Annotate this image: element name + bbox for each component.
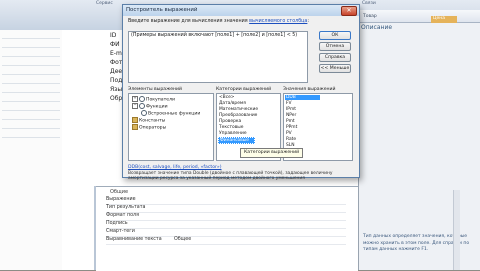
property-row[interactable]: Смарт-теги	[106, 229, 346, 237]
expression-input[interactable]: (Примеры выражений включают [поле1] + [п…	[128, 31, 308, 83]
list-item[interactable]	[2, 66, 60, 75]
property-label: Смарт-теги	[106, 229, 135, 234]
value-item[interactable]: PPmt	[286, 125, 297, 130]
list-item[interactable]	[2, 111, 60, 120]
field-name[interactable]: E-m	[110, 50, 122, 57]
tree-item-builtin-functions[interactable]: Встроенные функции	[141, 110, 200, 117]
property-row[interactable]: Тип результата	[106, 205, 346, 213]
ribbon-label-service: Сервис	[96, 1, 113, 6]
field-name[interactable]: Фот	[110, 59, 122, 66]
category-item[interactable]: Проверка	[219, 119, 241, 124]
vertical-scrollbar[interactable]	[453, 190, 460, 270]
category-item[interactable]: Дата/время	[219, 101, 246, 106]
property-row[interactable]: Выравнивание текста Общее	[106, 237, 346, 245]
tree-item-constants[interactable]: Константы	[132, 117, 165, 124]
property-label: Подпись	[106, 221, 128, 226]
category-item[interactable]: Текстовые	[219, 125, 243, 130]
tree-item-label: Операторы	[139, 125, 167, 131]
property-label: Выравнивание текста	[106, 237, 162, 242]
navigation-pane[interactable]	[0, 30, 63, 270]
list-item[interactable]	[2, 93, 60, 102]
value-item[interactable]: NPer	[286, 113, 296, 118]
tab-general[interactable]: Общие	[110, 189, 128, 195]
category-item[interactable]: Преобразование	[219, 113, 257, 118]
less-button[interactable]: << Меньше	[319, 64, 351, 73]
list-item[interactable]	[2, 75, 60, 84]
function-description: Возвращает значение типа Double (двойное…	[128, 171, 333, 182]
ok-button[interactable]: ОК	[319, 31, 351, 40]
field-description-panel: Товар Цена Описание Тип данных определяе…	[358, 10, 480, 270]
calculated-column-link[interactable]: вычисляемого столбца	[249, 19, 307, 24]
list-item[interactable]	[2, 129, 60, 138]
property-row[interactable]: Формат поля	[106, 213, 346, 221]
cancel-button[interactable]: Отмена	[319, 42, 351, 51]
elements-header: Элементы выражений	[128, 87, 183, 92]
value-item-selected[interactable]: DDB	[285, 95, 320, 100]
prompt-prefix: Введите выражение для вычисления значени…	[128, 19, 250, 24]
description-column-title: Описание	[361, 24, 393, 31]
category-item[interactable]: <Все>	[219, 95, 235, 100]
field-name[interactable]: Под	[110, 77, 122, 84]
tooltip: Категории выражений	[240, 148, 304, 158]
tree-item-label: Функции	[146, 104, 168, 110]
close-icon[interactable]: ✕	[341, 6, 357, 16]
values-header: Значения выражений	[283, 87, 336, 92]
list-item[interactable]	[2, 48, 60, 57]
field-name[interactable]: Дее	[110, 68, 122, 75]
column-header-selected[interactable]: Цена	[431, 16, 457, 23]
folder-icon	[132, 117, 138, 123]
function-icon	[141, 110, 147, 116]
elements-tree[interactable]: + Покупатели − Функции Встроенные функции …	[128, 93, 214, 161]
dialog-titlebar[interactable]: Построитель выражений ✕	[123, 5, 359, 16]
tree-item-label: Встроенные функции	[148, 111, 201, 117]
prompt-suffix: :	[307, 19, 310, 24]
value-item[interactable]: Rate	[286, 137, 296, 142]
property-row[interactable]: Подпись	[106, 221, 346, 229]
expression-examples: (Примеры выражений включают [поле1] + [п…	[131, 33, 298, 38]
value-item[interactable]: FV	[286, 101, 292, 106]
value-item[interactable]: IPmt	[286, 107, 296, 112]
tree-item-label: Константы	[139, 118, 166, 124]
field-name[interactable]: ФИ	[110, 41, 120, 48]
list-item[interactable]	[2, 57, 60, 66]
functions-icon	[139, 103, 145, 109]
property-row[interactable]: Выражение	[106, 197, 346, 205]
property-label: Тип результата	[106, 205, 146, 210]
category-item[interactable]: Математические	[219, 107, 258, 112]
field-properties: Общие Выражение Тип результата Формат по…	[96, 186, 358, 271]
tree-item-operators[interactable]: Операторы	[132, 124, 166, 131]
property-label: Выражение	[106, 197, 136, 202]
dialog-title: Построитель выражений	[126, 7, 198, 13]
property-label: Формат поля	[106, 213, 140, 218]
field-name[interactable]: Язы	[110, 86, 122, 93]
tree-item-label: Покупатели	[146, 97, 176, 103]
expand-toggle[interactable]: +	[132, 96, 138, 102]
column-header[interactable]: Товар	[363, 14, 377, 19]
categories-header: Категории выражений	[216, 87, 272, 92]
tree-item-customers[interactable]: + Покупатели	[132, 96, 175, 103]
list-item[interactable]	[2, 30, 60, 39]
field-name[interactable]: ID	[110, 32, 116, 39]
table-icon	[139, 96, 145, 102]
prompt-text: Введите выражение для вычисления значени…	[128, 19, 309, 24]
value-item[interactable]: PV	[286, 131, 292, 136]
ribbon-label-relations: Связи	[362, 1, 376, 6]
list-item[interactable]	[2, 84, 60, 93]
list-item[interactable]	[2, 120, 60, 129]
property-value[interactable]: Общее	[174, 237, 191, 242]
category-item-selected[interactable]: Финансовые	[218, 137, 255, 144]
help-button[interactable]: Справка	[319, 53, 351, 62]
value-item[interactable]: Pmt	[286, 119, 295, 124]
tree-item-functions[interactable]: − Функции	[132, 103, 168, 110]
category-item[interactable]: Управление	[219, 131, 247, 136]
function-syntax-link[interactable]: DDB(cost, salvage, life, period, «factor…	[128, 165, 222, 170]
list-item[interactable]	[2, 102, 60, 111]
list-item[interactable]	[2, 39, 60, 48]
column-header-row: Товар Цена	[359, 10, 480, 23]
field-name[interactable]: Обр	[110, 95, 122, 102]
folder-icon	[132, 124, 138, 130]
collapse-toggle[interactable]: −	[132, 103, 138, 109]
